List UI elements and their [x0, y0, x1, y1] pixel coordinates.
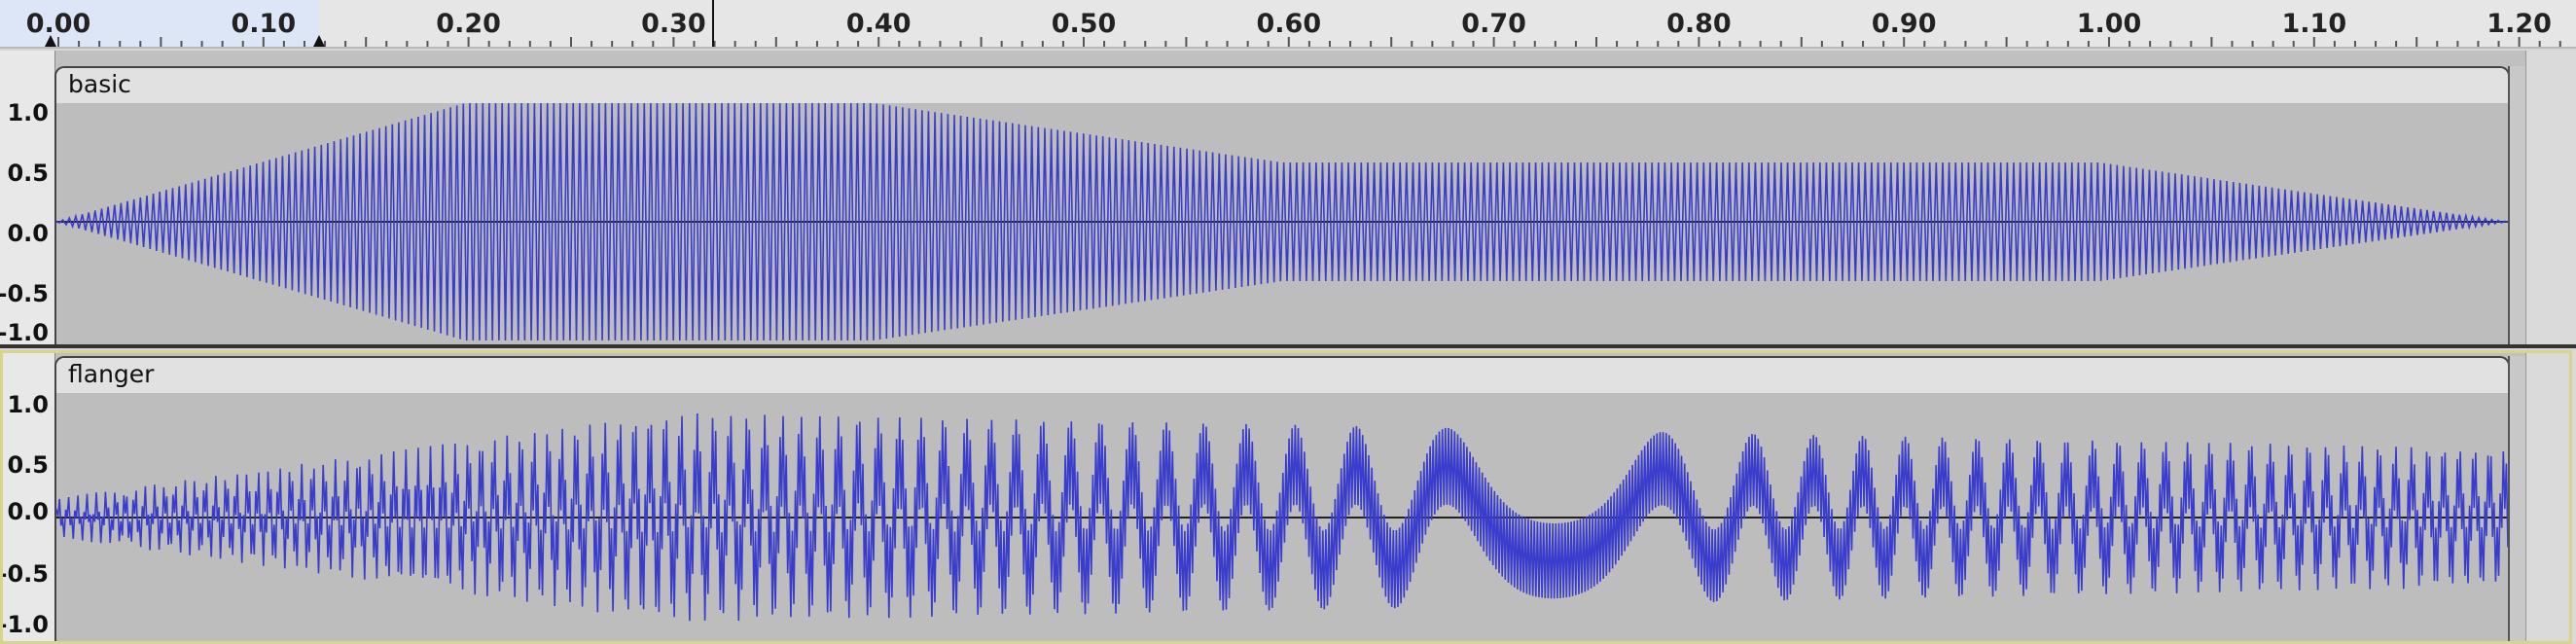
scale-label: -0.5	[0, 280, 49, 307]
track-end-basic	[2508, 66, 2525, 346]
clip-title-basic[interactable]: basic	[56, 68, 2508, 103]
ruler-label: 0.00	[26, 9, 91, 39]
waveform-basic	[56, 103, 2508, 341]
ruler-label: 0.80	[1666, 9, 1732, 39]
ruler-label: 0.40	[846, 9, 912, 39]
track-end-flanger	[2508, 356, 2525, 642]
ruler-end-marker	[313, 35, 325, 47]
scale-label: 0.0	[7, 220, 49, 247]
ruler-label: 0.70	[1461, 9, 1526, 39]
track-basic[interactable]: 1.0 0.5 0.0 -0.5 -1.0 basic	[0, 51, 2576, 348]
ruler-label: 0.20	[436, 9, 501, 39]
clip-basic[interactable]: basic	[54, 66, 2510, 348]
ruler-label: 1.10	[2281, 9, 2346, 39]
scale-label: 0.0	[7, 498, 49, 525]
ruler-label: 0.90	[1872, 9, 1937, 39]
ruler-ticks: 0.00 0.10 0.20 0.30 0.40 0.50 0.60 0.70 0.80 0.90…	[26, 0, 2561, 47]
scale-label: -0.5	[0, 560, 49, 588]
track-scrollbar-basic[interactable]	[2525, 51, 2576, 346]
track-flanger[interactable]: 1.0 0.5 0.0 -0.5 -1.0 flanger	[0, 350, 2576, 644]
timeline-ruler[interactable]: 0.00 0.10 0.20 0.30 0.40 0.50 0.60 0.70 0.80 0.90…	[0, 0, 2576, 49]
vertical-scale-flanger: 1.0 0.5 0.0 -0.5 -1.0	[0, 350, 55, 642]
scale-label: 0.5	[7, 451, 49, 479]
ruler-label: 0.30	[641, 9, 706, 39]
waveform-flanger	[56, 412, 2508, 622]
ruler-label: 1.00	[2077, 9, 2142, 39]
scale-label: -1.0	[0, 319, 49, 346]
track-scrollbar-flanger[interactable]	[2525, 350, 2576, 642]
ruler-label: 1.20	[2487, 9, 2552, 39]
scale-label: 0.5	[7, 160, 49, 187]
scale-label: 1.0	[7, 391, 49, 418]
vertical-scale-basic: 1.0 0.5 0.0 -0.5 -1.0	[0, 51, 55, 346]
ruler-label: 0.50	[1052, 9, 1117, 39]
scale-label: -1.0	[0, 611, 49, 638]
track-separator	[0, 344, 2576, 348]
clip-title-flanger[interactable]: flanger	[56, 358, 2508, 393]
ruler-label: 0.60	[1256, 9, 1321, 39]
clip-flanger[interactable]: flanger	[54, 356, 2510, 644]
scale-label: 1.0	[7, 99, 49, 126]
ruler-label: 0.10	[231, 9, 296, 39]
